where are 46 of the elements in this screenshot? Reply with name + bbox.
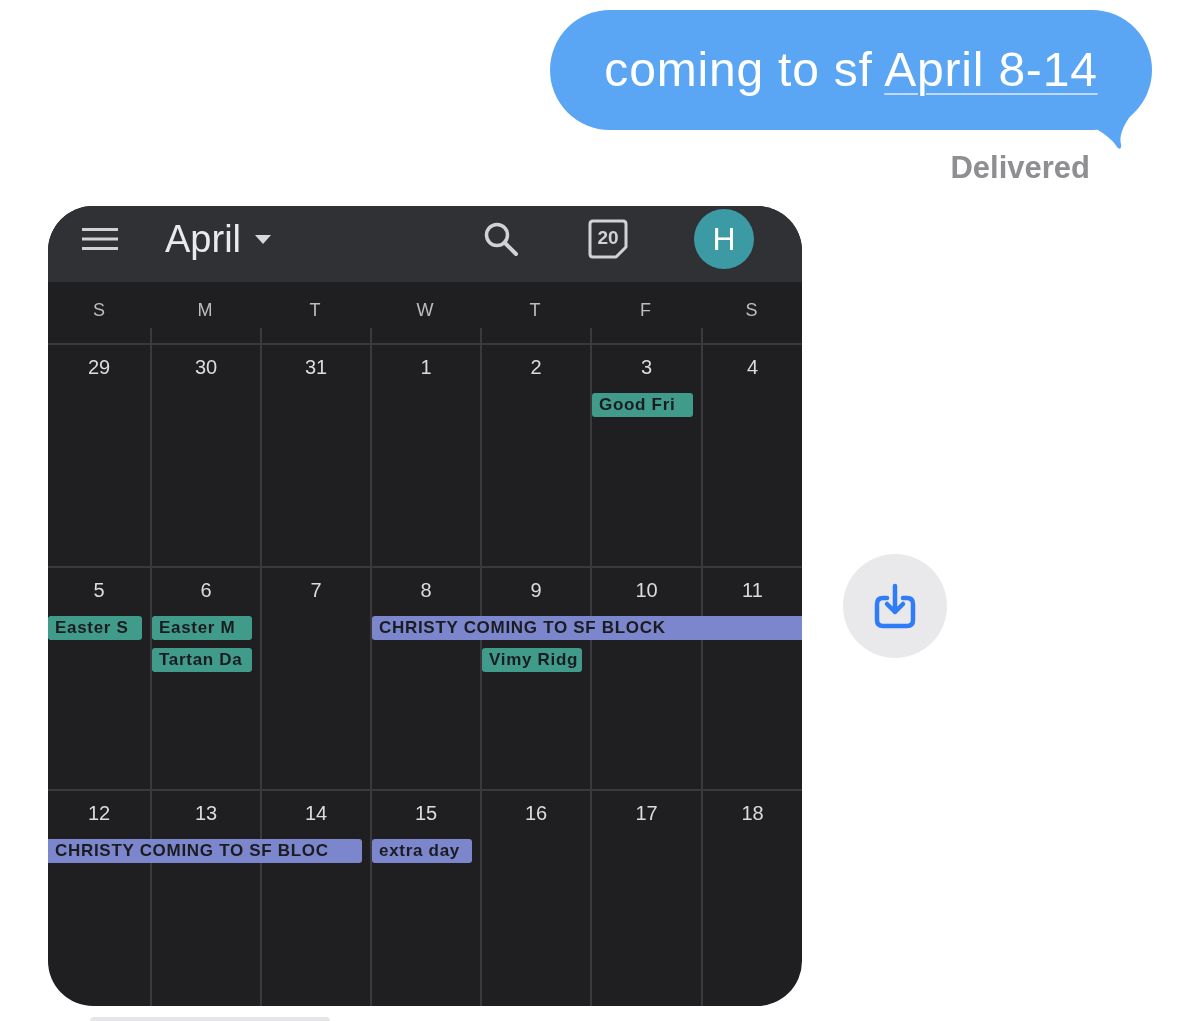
date-label: 18: [741, 801, 764, 825]
weekday-label: S: [745, 299, 758, 322]
caret-icon: [255, 234, 272, 244]
date-label: 2: [530, 355, 542, 379]
event-chip[interactable]: Vimy Ridg: [482, 648, 582, 672]
message-text: coming to sf April 8-14: [604, 42, 1098, 98]
delivery-status: Delivered: [950, 150, 1090, 186]
date-label: 9: [530, 578, 542, 602]
date-label: 6: [200, 578, 212, 602]
date-label: 7: [310, 578, 322, 602]
date-label: 1: [420, 355, 432, 379]
month-dropdown[interactable]: April: [165, 217, 272, 261]
event-chip[interactable]: Tartan Da: [152, 648, 252, 672]
weekday-label: S: [93, 299, 105, 322]
date-label: 16: [524, 801, 548, 825]
today-button[interactable]: 20: [588, 219, 628, 259]
date-label: 3: [640, 355, 653, 379]
date-label: 30: [194, 355, 218, 379]
date-link[interactable]: April 8-14: [884, 43, 1098, 96]
event-chip[interactable]: CHRISTY COMING TO SF BLOC: [48, 839, 362, 863]
date-label: 13: [194, 801, 218, 825]
date-label: 4: [746, 355, 759, 379]
event-chip[interactable]: CHRISTY COMING TO SF BLOCK: [372, 616, 802, 640]
date-label: 10: [635, 578, 658, 602]
weekday-label: F: [640, 299, 651, 322]
date-label: 8: [420, 578, 432, 602]
date-label: 14: [304, 801, 328, 825]
weekday-label: M: [197, 299, 213, 322]
date-label: 5: [93, 578, 105, 602]
download-icon: [874, 583, 916, 629]
event-chip[interactable]: Good Fri: [592, 393, 693, 417]
profile-avatar[interactable]: H: [694, 209, 754, 269]
event-chip[interactable]: extra day: [372, 839, 472, 863]
search-icon[interactable]: [484, 222, 518, 256]
menu-icon[interactable]: [82, 228, 118, 250]
date-label: 31: [304, 355, 328, 379]
date-label: 29: [87, 355, 111, 379]
weekday-label: T: [309, 299, 321, 322]
date-label: 11: [742, 578, 763, 602]
weekday-label: W: [416, 299, 434, 322]
weekday-label: T: [529, 299, 541, 322]
date-label: 17: [635, 801, 658, 825]
event-chip[interactable]: Easter S: [48, 616, 142, 640]
event-chip[interactable]: Easter M: [152, 616, 252, 640]
date-label: 15: [414, 801, 438, 825]
date-label: 12: [87, 801, 111, 825]
